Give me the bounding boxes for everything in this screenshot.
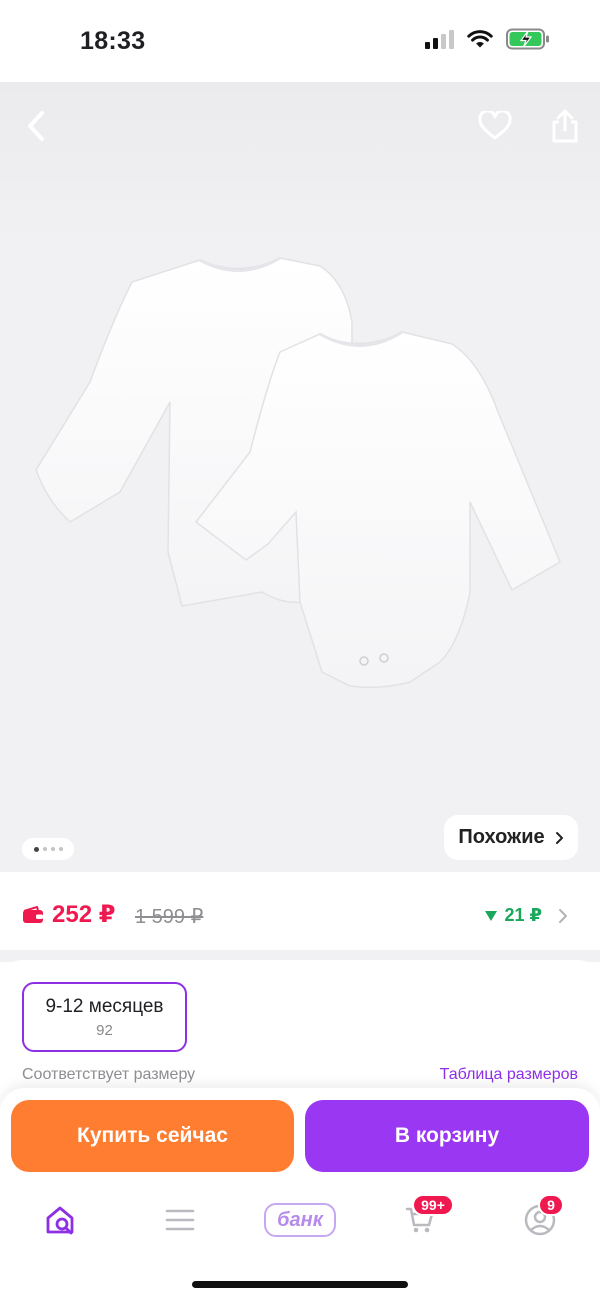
- current-price-value: 252 ₽: [52, 901, 116, 928]
- chevron-right-icon: [559, 908, 567, 923]
- similar-label: Похожие: [458, 826, 545, 848]
- wifi-icon: [467, 30, 493, 48]
- bank-icon: банк: [264, 1203, 336, 1237]
- home-search-icon: [46, 1206, 74, 1235]
- add-to-cart-button[interactable]: В корзину: [305, 1100, 589, 1172]
- similar-button[interactable]: Похожие: [444, 815, 578, 860]
- catalog-menu-icon: [165, 1209, 195, 1231]
- status-icons: [425, 28, 550, 50]
- favorite-button[interactable]: [473, 104, 517, 148]
- bank-label: банк: [277, 1208, 323, 1231]
- back-button[interactable]: [14, 104, 58, 148]
- wallet-icon: [23, 905, 43, 923]
- size-option-sub: 92: [96, 1021, 113, 1039]
- back-chevron-icon: [28, 111, 44, 141]
- tab-cart[interactable]: 99+: [390, 1190, 454, 1250]
- size-table-link[interactable]: Таблица размеров: [440, 1066, 578, 1084]
- home-indicator: [192, 1281, 408, 1288]
- current-price: 252 ₽: [22, 900, 115, 929]
- profile-notification-badge: 9: [538, 1194, 564, 1216]
- tab-home[interactable]: [30, 1190, 90, 1250]
- product-gallery[interactable]: Похожие: [0, 82, 600, 882]
- heart-icon: [478, 111, 512, 140]
- old-price: 1 599 ₽: [135, 906, 204, 928]
- gallery-pager: [22, 838, 74, 860]
- chevron-right-icon: [555, 831, 563, 844]
- size-option-selected[interactable]: 9-12 месяцев 92: [22, 982, 187, 1052]
- tab-catalog[interactable]: [150, 1190, 210, 1250]
- size-option-label: 9-12 месяцев: [45, 995, 164, 1017]
- cashback-button[interactable]: 21 ₽: [484, 905, 568, 926]
- cashback-value: 21 ₽: [504, 905, 542, 925]
- tab-bank[interactable]: банк: [262, 1190, 338, 1250]
- buy-now-button[interactable]: Купить сейчас: [11, 1100, 294, 1172]
- battery-charging-icon: [506, 28, 549, 50]
- share-button[interactable]: [543, 104, 587, 148]
- size-fit-note: Соответствует размеру: [22, 1066, 196, 1083]
- status-time: 18:33: [80, 27, 146, 55]
- tab-bar: банк 99+ 9: [0, 1190, 600, 1250]
- cart-count-badge: 99+: [412, 1194, 454, 1216]
- tab-profile[interactable]: 9: [510, 1190, 570, 1250]
- down-triangle-icon: [485, 910, 498, 921]
- status-bar: 18:33: [0, 0, 600, 82]
- share-icon: [552, 109, 578, 143]
- signal-icon: [425, 29, 454, 49]
- baby-bodysuits-image: [35, 256, 561, 689]
